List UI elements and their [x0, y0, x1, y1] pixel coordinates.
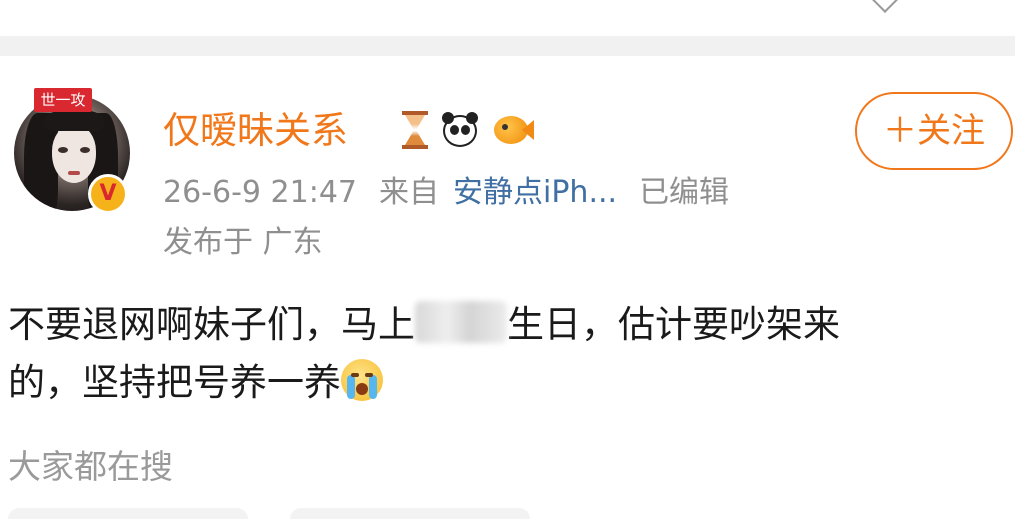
username[interactable]: 仅暧昧关系	[163, 106, 348, 156]
content-line: 的，坚持把号养一养	[8, 354, 1008, 412]
from-label: 来自	[379, 175, 439, 210]
user-badges	[400, 108, 534, 152]
vip-badge-icon: V	[88, 174, 128, 214]
post-time: 26-6-9 21:47	[163, 175, 357, 210]
fish-icon[interactable]	[490, 110, 534, 150]
content-line: 不要退网啊妹子们，马上 生日，估计要吵架来	[8, 296, 1008, 354]
post-location: 发布于 广东	[163, 225, 323, 260]
crying-face-icon	[341, 359, 383, 401]
post-meta: 26-6-9 21:47 来自 安静点iPh... 已编辑	[163, 172, 729, 214]
trending-search-chip[interactable]	[290, 508, 530, 519]
chevron-down-icon[interactable]	[868, 0, 902, 13]
avatar-hair	[44, 109, 104, 131]
content-text: 的，坚持把号养一养	[8, 361, 341, 404]
panda-icon[interactable]	[440, 110, 480, 150]
weibo-post-view: 世一攻 V 仅暧昧关系 ＋关注 26-6-9 21:47 来自 安静点iPh... 已…	[0, 0, 1015, 519]
blurred-text-mask	[415, 301, 507, 343]
follow-button[interactable]: ＋关注	[855, 92, 1013, 170]
content-text: 不要退网啊妹子们，马上	[8, 303, 415, 346]
avatar-title-tag: 世一攻	[34, 88, 92, 112]
avatar-eye	[80, 147, 90, 153]
trending-search-chip[interactable]	[8, 508, 248, 519]
post-content: 不要退网啊妹子们，马上 生日，估计要吵架来 的，坚持把号养一养	[8, 296, 1008, 412]
card-separator	[0, 36, 1015, 56]
source-link[interactable]: 安静点iPh...	[453, 175, 617, 210]
hourglass-icon[interactable]	[400, 111, 430, 149]
avatar-lips	[68, 171, 80, 175]
previous-card-bottom	[0, 0, 1015, 36]
trending-search-label: 大家都在搜	[8, 447, 173, 486]
avatar-eye	[58, 147, 68, 153]
content-text: 生日，估计要吵架来	[507, 303, 840, 346]
edited-label[interactable]: 已编辑	[639, 175, 729, 210]
